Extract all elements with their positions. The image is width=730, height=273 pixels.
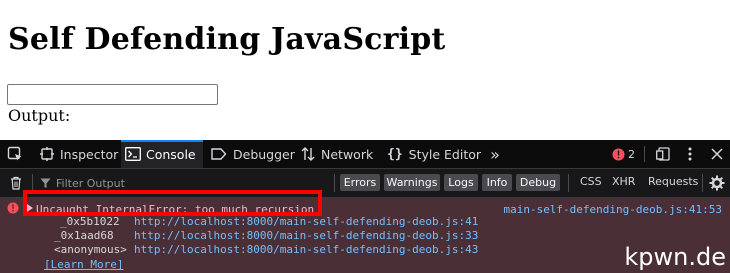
trash-icon bbox=[10, 176, 22, 190]
filter-css-button[interactable]: CSS bbox=[580, 175, 602, 188]
close-devtools-button[interactable] bbox=[706, 140, 728, 168]
filter-warnings-button[interactable]: Warnings bbox=[384, 174, 440, 191]
output-label: Output: bbox=[8, 106, 71, 125]
filter-debug-button[interactable]: Debug bbox=[516, 174, 560, 191]
tab-inspector[interactable]: Inspector bbox=[34, 140, 118, 168]
debugger-icon bbox=[211, 147, 227, 161]
error-icon bbox=[7, 202, 19, 214]
toolbar-separator bbox=[702, 174, 703, 192]
dock-icon bbox=[656, 147, 670, 161]
stack-url[interactable]: http://localhost:8000/main-self-defendin… bbox=[134, 215, 478, 228]
more-dots-icon bbox=[688, 147, 692, 161]
toolbar-separator bbox=[334, 174, 335, 192]
toolbar-separator bbox=[568, 174, 569, 192]
highlight-box bbox=[23, 190, 322, 216]
devtools-toolbar: Inspector Console Debugger Network {} St… bbox=[0, 140, 730, 169]
more-tools-button[interactable]: » bbox=[484, 140, 506, 168]
watermark: kpwn.de bbox=[624, 243, 726, 271]
console-settings-button[interactable] bbox=[706, 169, 728, 197]
error-count-badge[interactable]: 2 bbox=[612, 140, 640, 168]
page-title: Self Defending JavaScript bbox=[8, 22, 446, 57]
filter-xhr-button[interactable]: XHR bbox=[612, 175, 635, 188]
filter-logs-button[interactable]: Logs bbox=[444, 174, 478, 191]
filter-icon bbox=[40, 178, 51, 189]
chevron-double-right-icon: » bbox=[490, 144, 500, 164]
gear-icon bbox=[709, 175, 725, 191]
error-count: 2 bbox=[628, 147, 635, 161]
tab-label: Style Editor bbox=[408, 146, 482, 162]
filter-info-button[interactable]: Info bbox=[482, 174, 512, 191]
page-content: Self Defending JavaScript Output: bbox=[0, 0, 730, 140]
style-editor-icon: {} bbox=[387, 146, 403, 162]
tab-label: Console bbox=[146, 146, 196, 162]
element-picker-button[interactable] bbox=[0, 140, 30, 168]
tab-style-editor[interactable]: {} Style Editor bbox=[384, 140, 482, 168]
text-input[interactable] bbox=[7, 84, 218, 105]
network-icon bbox=[301, 147, 315, 161]
options-menu-button[interactable] bbox=[680, 140, 700, 168]
stack-function: _0x1aad68 bbox=[54, 229, 114, 242]
stack-function: <anonymous> bbox=[54, 243, 127, 256]
filter-errors-button[interactable]: Errors bbox=[340, 174, 380, 191]
console-icon bbox=[125, 147, 141, 161]
filter-requests-button[interactable]: Requests bbox=[648, 175, 698, 188]
learn-more-link[interactable]: [Learn More] bbox=[44, 258, 123, 271]
tab-network[interactable]: Network bbox=[297, 140, 377, 168]
tab-label: Debugger bbox=[233, 146, 295, 162]
stack-function: _0x5b1022 bbox=[60, 215, 120, 228]
dock-button[interactable] bbox=[652, 140, 674, 168]
close-icon bbox=[711, 148, 723, 160]
tab-label: Inspector bbox=[60, 146, 119, 162]
tab-console[interactable]: Console bbox=[121, 140, 203, 168]
error-source-link[interactable]: main-self-defending-deob.js:41:53 bbox=[503, 203, 722, 216]
toolbar-separator bbox=[644, 146, 645, 162]
error-icon bbox=[612, 148, 625, 161]
tab-debugger[interactable]: Debugger bbox=[206, 140, 295, 168]
tab-label: Network bbox=[321, 146, 374, 162]
stack-url[interactable]: http://localhost:8000/main-self-defendin… bbox=[134, 229, 478, 242]
stack-url[interactable]: http://localhost:8000/main-self-defendin… bbox=[134, 243, 478, 256]
filter-placeholder: Filter Output bbox=[56, 176, 125, 190]
inspector-icon bbox=[40, 147, 54, 161]
element-picker-icon bbox=[7, 146, 23, 162]
